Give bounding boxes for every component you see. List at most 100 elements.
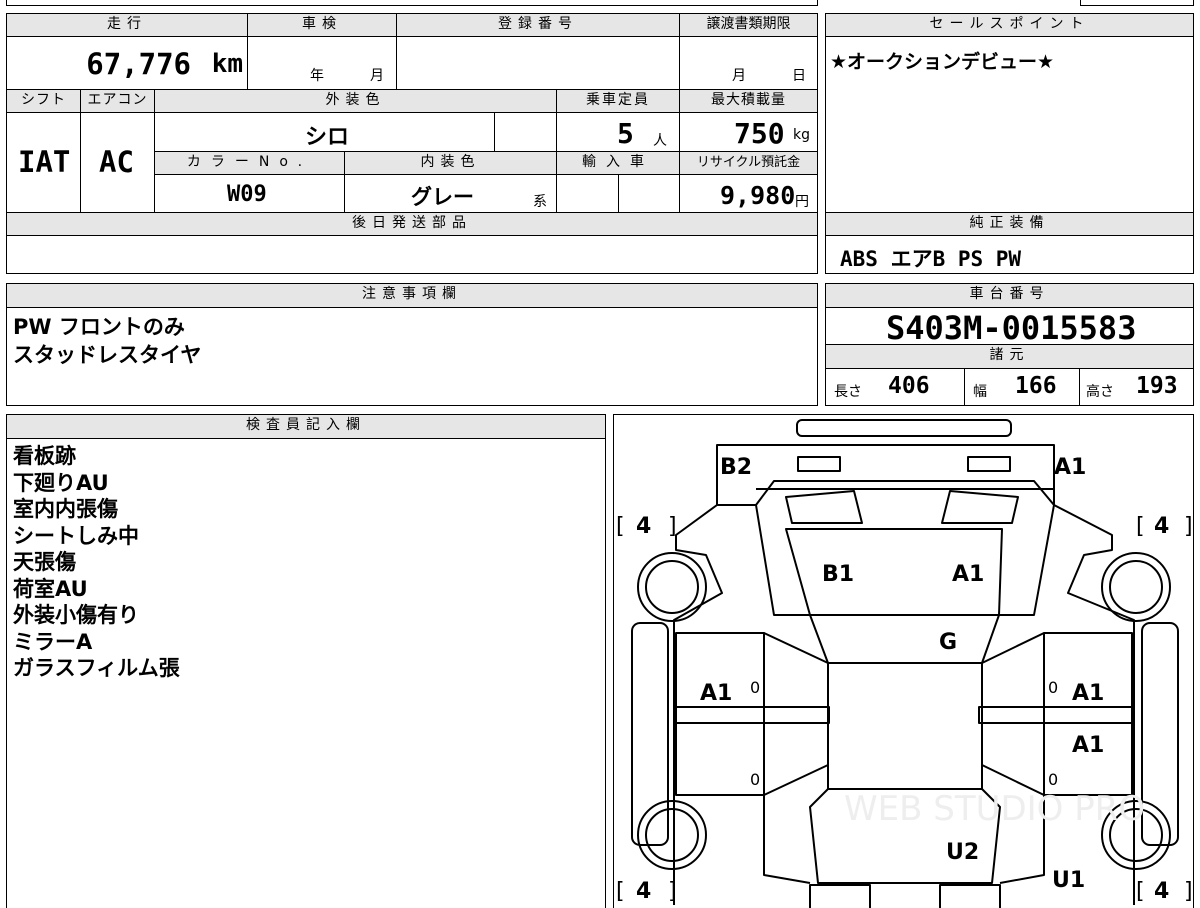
notes-cell: PW フロントのみ スタッドレスタイヤ [6,307,818,406]
watermark: WEB STUDIO PRO [844,789,1145,829]
mileage-unit: km [211,49,243,79]
tire-bracket-left-top-close: ] [668,514,677,539]
tire-left-rear-inner [645,560,699,614]
max-load-cell: 750 kg [679,112,818,152]
front-bumper-left [809,884,871,908]
damage-mark-b1-roof: B1 [822,562,854,587]
mileage-value: 67,776 [86,47,191,81]
tire-tread-left-rear: 4 [636,514,651,539]
tire-bracket-left-bottom-close: ] [668,879,677,904]
aircon-cell: AC [80,112,155,213]
genuine-equipment-header: 純正装備 [825,212,1194,236]
interior-color-cell: グレー 系 [344,174,557,213]
import-header: 輸入車 [556,151,680,175]
length-value: 406 [888,373,930,399]
damage-mark-u2-hood: U2 [946,840,979,865]
inspector-line: 室内内張傷 [13,497,118,521]
interior-color-header: 内装色 [344,151,557,175]
transfer-deadline-header: 譲渡書類期限 [679,13,818,37]
top-strip [6,0,818,6]
shift-cell: IAT [6,112,81,213]
registration-cell [396,36,680,90]
rear-spoiler [796,419,1012,437]
length-label: 長さ [834,384,862,400]
inspector-line: ガラスフィルム張 [13,656,180,680]
recycle-unit: 円 [795,194,809,210]
import-cell-b [618,174,680,213]
windshield [809,614,1000,664]
recycle-header: リサイクル預託金 [679,151,818,175]
damage-mark-g-windshield: G [939,630,957,655]
exterior-color-value: シロ [305,125,350,150]
tire-bracket-right-top: [ [1136,514,1145,539]
inspector-header: 検査員記入欄 [6,414,606,439]
side-left-inner [755,504,810,616]
inspection-month-unit: 月 [370,68,384,84]
tire-tread-right-front: 4 [1154,879,1169,904]
inspector-line: 天張傷 [13,550,76,574]
tire-left-front-inner [645,808,699,862]
chassis-value: S403M-0015583 [886,309,1137,345]
rear-light-left [797,456,841,472]
tire-bracket-right-bottom: [ [1136,879,1145,904]
chassis-cell: S403M-0015583 [825,307,1194,345]
interior-color-suffix: 系 [533,194,547,210]
capacity-unit: 人 [653,133,667,149]
cabin-floor [827,662,983,790]
inspector-line: ミラーA [13,629,93,654]
damage-mark-b2: B2 [720,455,752,480]
front-panel-left [763,795,811,884]
side-right-inner [999,504,1055,616]
inspection-year-unit: 年 [310,68,324,84]
tire-bracket-left-top: [ [616,514,625,539]
color-no-cell: W09 [154,174,345,213]
tire-tread-left-front: 4 [636,879,651,904]
inspection-header: 車検 [247,13,397,37]
chassis-header: 車台番号 [825,283,1194,308]
height-cell: 高さ 193 [1079,368,1194,406]
sales-point-text: ★オークションデビュー★ [830,51,1055,73]
tire-right-rear-inner [1109,560,1163,614]
aircon-value: AC [99,145,134,179]
inspector-cell: 看板跡 下廻りAU 室内内張傷 シートしみ中 天張傷 荷室AU 外装小傷有り ミ… [6,438,606,908]
left-door-sill [676,706,830,724]
right-pillar [981,632,1045,796]
left-pillar [763,632,829,796]
transfer-month-unit: 月 [732,68,746,84]
capacity-header: 乗車定員 [556,89,680,113]
max-load-header: 最大積載量 [679,89,818,113]
tire-bracket-left-bottom: [ [616,879,625,904]
rear-window-left [785,490,863,524]
transfer-day-unit: 日 [792,68,806,84]
spec-header: 諸元 [825,344,1194,369]
max-load-unit: kg [793,127,810,143]
tire-left-front [637,800,707,870]
tire-tread-right-rear: 4 [1154,514,1169,539]
sales-point-header: セールスポイント [825,13,1194,37]
transfer-deadline-cell: 月 日 [679,36,818,90]
right-door-sill [978,706,1132,724]
inspector-line: 下廻りAU [13,470,109,495]
registration-header: 登録番号 [396,13,680,37]
max-load-value: 750 [734,117,785,150]
interior-color-value: グレー [411,185,474,209]
notes-line: PW フロントのみ [13,315,185,339]
genuine-equipment-text: ABS エアB PS PW [840,247,1022,271]
inspector-line: 看板跡 [13,444,76,468]
width-value: 166 [1015,373,1057,399]
shift-header: シフト [6,89,81,113]
tire-bracket-right-bottom-close: ] [1184,879,1193,904]
later-parts-header: 後日発送部品 [6,212,818,236]
genuine-equipment-cell: ABS エアB PS PW [825,235,1194,274]
inspection-cell: 年 月 [247,36,397,90]
inspector-line: シートしみ中 [13,523,139,548]
damage-mark-a1-right-rear-door: A1 [1072,733,1104,758]
height-value: 193 [1136,373,1178,399]
zero-mark-right-front-door: 0 [1048,678,1058,697]
height-label: 高さ [1086,384,1114,400]
car-diagram: WEB STUDIO PRO [ ] [ ] [ ] [ ] 4 4 4 4 B… [616,419,1193,908]
color-no-value: W09 [227,182,267,207]
exterior-color-extra-cell [494,112,557,152]
damage-mark-a1-roof: A1 [952,562,984,587]
inspector-line: 外装小傷有り [13,603,139,627]
